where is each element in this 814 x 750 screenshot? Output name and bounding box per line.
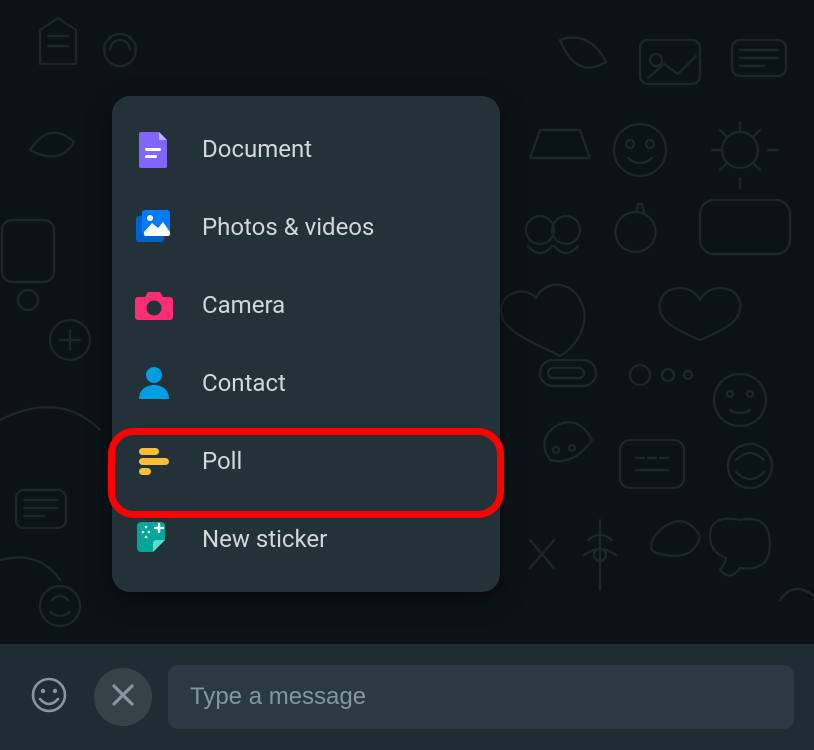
camera-icon: [134, 285, 174, 325]
sticker-icon: [134, 519, 174, 559]
contact-icon: [134, 363, 174, 403]
attach-item-photos[interactable]: Photos & videos: [112, 188, 500, 266]
attach-item-contact[interactable]: Contact: [112, 344, 500, 422]
attach-label: Document: [202, 135, 312, 163]
attach-label: New sticker: [202, 525, 327, 553]
attach-item-document[interactable]: Document: [112, 110, 500, 188]
document-icon: [134, 129, 174, 169]
photos-icon: [134, 207, 174, 247]
emoji-button[interactable]: [20, 668, 78, 726]
attach-item-camera[interactable]: Camera: [112, 266, 500, 344]
message-input[interactable]: [190, 683, 772, 711]
message-input-bar: [0, 644, 814, 750]
close-icon: [110, 682, 136, 712]
attach-label: Camera: [202, 291, 285, 319]
attachment-menu: Document Photos & videos Camera: [112, 96, 500, 592]
attach-label: Photos & videos: [202, 213, 374, 241]
close-attachment-button[interactable]: [94, 668, 152, 726]
emoji-icon: [29, 675, 69, 719]
poll-icon: [134, 441, 174, 481]
attach-label: Contact: [202, 369, 286, 397]
message-input-container[interactable]: [168, 665, 794, 729]
attach-item-new-sticker[interactable]: New sticker: [112, 500, 500, 578]
attach-label: Poll: [202, 447, 242, 475]
attach-item-poll[interactable]: Poll: [112, 422, 500, 500]
